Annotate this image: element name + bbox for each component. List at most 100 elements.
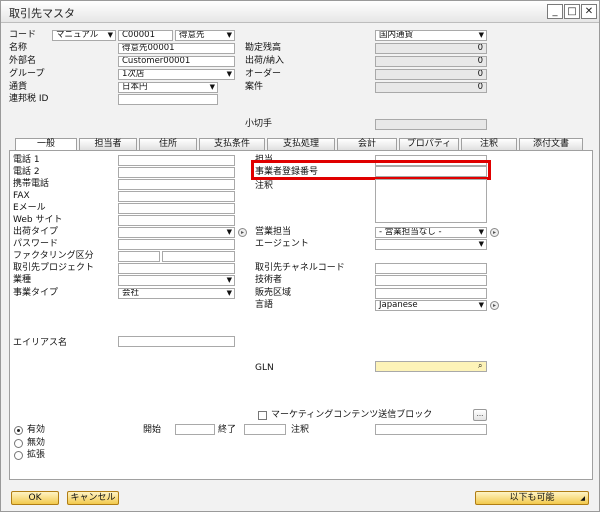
- fax-label: FAX: [13, 191, 30, 201]
- name-label: 名称: [9, 43, 28, 53]
- channel-code-field[interactable]: [375, 263, 487, 274]
- channel-code-label: 取引先チャネルコード: [255, 263, 345, 273]
- balance-field: 0: [375, 43, 487, 54]
- balance-label: 勘定残高: [245, 43, 282, 53]
- remarks-textarea[interactable]: [375, 179, 487, 223]
- group-value: 1次店: [122, 69, 145, 79]
- fax-field[interactable]: [118, 191, 235, 202]
- marketing-block-checkbox[interactable]: [258, 411, 267, 420]
- local-currency-dropdown[interactable]: 国内通貨 ▼: [375, 30, 487, 41]
- bp-project-field[interactable]: [118, 263, 235, 274]
- factoring-label: ファクタリング区分: [13, 251, 94, 261]
- link-arrow-icon[interactable]: ▸: [238, 228, 247, 237]
- maximize-button[interactable]: □: [564, 4, 580, 19]
- mobile-field[interactable]: [118, 179, 235, 190]
- alias-label: エイリアス名: [13, 338, 68, 348]
- code-series-value: マニュアル: [56, 30, 99, 40]
- password-field[interactable]: [118, 239, 235, 250]
- link-arrow-icon[interactable]: ▸: [490, 228, 499, 237]
- foreign-name-label: 外部名: [9, 56, 37, 66]
- territory-field[interactable]: [375, 288, 487, 299]
- close-button[interactable]: ✕: [581, 4, 597, 19]
- title-bar: 取引先マスタ _ □ ✕: [1, 1, 599, 23]
- industry-dropdown[interactable]: ▼: [118, 275, 235, 286]
- orders-field: 0: [375, 69, 487, 80]
- website-field[interactable]: [118, 215, 235, 226]
- group-dropdown[interactable]: 1次店 ▼: [118, 69, 235, 80]
- highlight-box: [251, 160, 491, 180]
- opportunities-label: 案件: [245, 82, 264, 92]
- gln-field[interactable]: [375, 361, 487, 372]
- inactive-radio[interactable]: [14, 439, 23, 448]
- group-label: グループ: [9, 69, 45, 79]
- code-label: コード: [9, 30, 37, 40]
- chevron-down-icon: ▼: [478, 240, 484, 248]
- chevron-down-icon: ▼: [478, 228, 484, 236]
- code-series-dropdown[interactable]: マニュアル ▼: [52, 30, 116, 41]
- from-date-field[interactable]: [175, 424, 215, 435]
- password-label: パスワード: [13, 239, 59, 249]
- bp-type-dropdown[interactable]: 得意先 ▼: [175, 30, 235, 41]
- business-type-value: 会社: [122, 288, 140, 298]
- federal-tax-field[interactable]: [118, 94, 218, 105]
- language-dropdown[interactable]: Japanese ▼: [375, 300, 487, 311]
- currency-dropdown[interactable]: 日本円 ▼: [118, 82, 218, 93]
- sales-employee-value: - 営業担当なし -: [379, 227, 442, 237]
- ok-button[interactable]: OK: [11, 491, 59, 505]
- foreign-name-field[interactable]: Customer00001: [118, 56, 235, 67]
- also-possible-button[interactable]: 以下も可能 ◢: [475, 491, 589, 505]
- language-label: 言語: [255, 300, 274, 310]
- remarks2-field[interactable]: [375, 424, 487, 435]
- industry-label: 業種: [13, 275, 32, 285]
- shipping-type-dropdown[interactable]: ▼: [118, 227, 235, 238]
- tel1-label: 電話 1: [13, 155, 40, 165]
- search-icon[interactable]: ⌕: [478, 361, 482, 371]
- chevron-down-icon: ◢: [580, 495, 585, 502]
- alias-field[interactable]: [118, 336, 235, 347]
- advanced-radio[interactable]: [14, 451, 23, 460]
- window-title: 取引先マスタ: [9, 7, 75, 20]
- website-label: Web サイト: [13, 215, 63, 225]
- code-field[interactable]: C00001: [118, 30, 173, 41]
- orders-label: オーダー: [245, 69, 282, 79]
- marketing-block-label: マーケティングコンテンツ送信ブロック: [271, 410, 433, 420]
- tel1-field[interactable]: [118, 155, 235, 166]
- link-arrow-icon[interactable]: ▸: [490, 301, 499, 310]
- factoring-field-1[interactable]: [118, 251, 160, 262]
- marketing-ellipsis-button[interactable]: ...: [473, 409, 487, 421]
- sales-employee-label: 営業担当: [255, 227, 292, 237]
- chevron-down-icon: ▼: [226, 31, 232, 39]
- checks-label: 小切手: [245, 119, 273, 129]
- active-label: 有効: [27, 425, 46, 435]
- also-possible-label: 以下も可能: [509, 493, 555, 503]
- language-value: Japanese: [379, 300, 418, 310]
- bp-type-value: 得意先: [179, 30, 205, 40]
- bp-master-window: 取引先マスタ _ □ ✕ コード マニュアル ▼ C00001 得意先 ▼ 名称 得…: [0, 0, 600, 512]
- to-date-field[interactable]: [244, 424, 286, 435]
- inactive-label: 無効: [27, 438, 46, 448]
- mobile-label: 携帯電話: [13, 179, 50, 189]
- email-field[interactable]: [118, 203, 235, 214]
- sales-employee-dropdown[interactable]: - 営業担当なし - ▼: [375, 227, 487, 238]
- currency-label: 通貨: [9, 82, 28, 92]
- minimize-button[interactable]: _: [547, 4, 563, 19]
- shipping-type-label: 出荷タイプ: [13, 227, 59, 237]
- active-radio[interactable]: [14, 426, 23, 435]
- chevron-down-icon: ▼: [209, 83, 215, 91]
- cancel-button[interactable]: キャンセル: [67, 491, 119, 505]
- tel2-label: 電話 2: [13, 167, 40, 177]
- chevron-down-icon: ▼: [478, 31, 484, 39]
- technician-field[interactable]: [375, 275, 487, 286]
- agent-dropdown[interactable]: ▼: [375, 239, 487, 250]
- tel2-field[interactable]: [118, 167, 235, 178]
- name-field[interactable]: 得意先00001: [118, 43, 235, 54]
- currency-value: 日本円: [122, 82, 148, 92]
- from-label: 開始: [143, 425, 162, 435]
- business-type-dropdown[interactable]: 会社 ▼: [118, 288, 235, 299]
- chevron-down-icon: ▼: [226, 228, 232, 236]
- to-label: 終了: [218, 425, 237, 435]
- advanced-label: 拡張: [27, 450, 46, 460]
- federal-tax-label: 連邦税 ID: [9, 94, 49, 104]
- factoring-field-2[interactable]: [162, 251, 235, 262]
- email-label: Eメール: [13, 203, 46, 213]
